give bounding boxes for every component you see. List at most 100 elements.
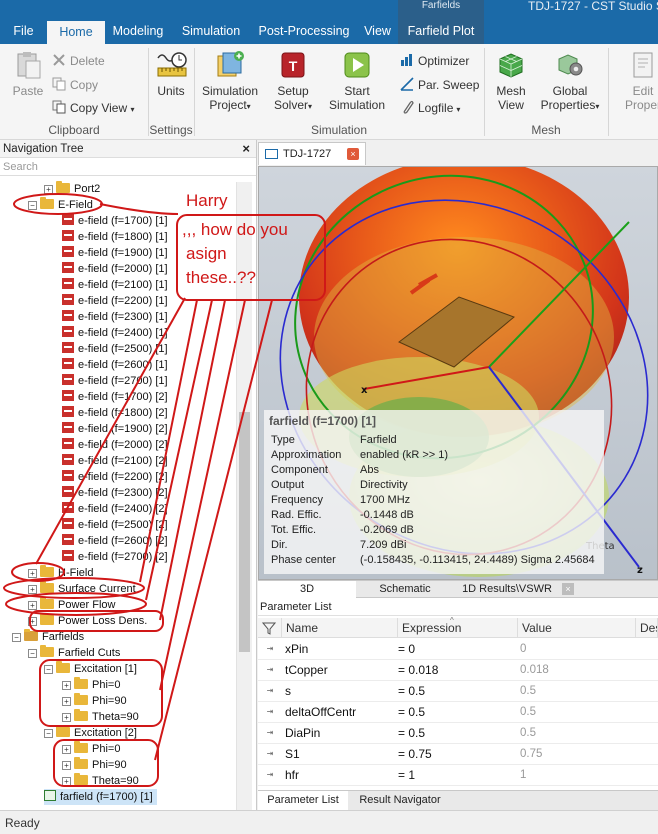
parameter-name[interactable]: hfr xyxy=(285,765,299,786)
tab-post-processing[interactable]: Post-Processing xyxy=(251,21,357,44)
tree-node-phi0[interactable]: + Phi=0 xyxy=(62,677,120,693)
parameter-expression[interactable]: = 0.5 xyxy=(398,702,425,723)
simulation-project-button[interactable]: Simulation Project▾ xyxy=(198,50,262,114)
tree-node-efield-item[interactable]: e-field (f=2400) [2] xyxy=(62,501,168,517)
parameter-name[interactable]: tCopper xyxy=(285,660,328,681)
parameter-row[interactable]: ⇥ s = 0.5 0.5 xyxy=(258,681,658,702)
expand-icon[interactable]: + xyxy=(62,777,71,786)
pin-icon[interactable]: ⇥ xyxy=(262,748,278,760)
parameter-expression[interactable]: = 1 xyxy=(398,765,415,786)
tab-farfield-plot[interactable]: Farfield Plot xyxy=(398,21,484,44)
tree-node-efield-item[interactable]: e-field (f=2000) [2] xyxy=(62,437,168,453)
tab-file[interactable]: File xyxy=(0,21,47,44)
collapse-icon[interactable]: − xyxy=(44,665,53,674)
tree-node-excitation-2[interactable]: − Excitation [2] xyxy=(44,725,137,741)
parameter-name[interactable]: xPin xyxy=(285,639,308,660)
pin-icon[interactable]: ⇥ xyxy=(262,727,278,739)
parameter-expression[interactable]: = 0.75 xyxy=(398,744,432,765)
tree-node-farfield-selected[interactable]: farfield (f=1700) [1] xyxy=(44,789,157,805)
tree-node-farfields[interactable]: − Farfields xyxy=(12,629,84,645)
tab-schematic[interactable]: Schematic xyxy=(356,581,454,598)
collapse-icon[interactable]: − xyxy=(44,729,53,738)
tab-1d-results-vswr[interactable]: 1D Results\VSWR × xyxy=(454,581,578,598)
expand-icon[interactable]: + xyxy=(28,601,37,610)
parameter-name[interactable]: deltaOffCentr xyxy=(285,702,356,723)
tree-node-efield-item[interactable]: e-field (f=2600) [2] xyxy=(62,533,168,549)
collapse-icon[interactable]: − xyxy=(28,649,37,658)
global-properties-button[interactable]: Global Properties▾ xyxy=(536,50,604,114)
copy-view-button[interactable]: Copy View ▾ xyxy=(52,99,135,117)
expand-icon[interactable]: + xyxy=(44,185,53,194)
collapse-icon[interactable]: − xyxy=(12,633,21,642)
tree-node-efield-item[interactable]: e-field (f=2200) [2] xyxy=(62,469,168,485)
tree-node-power-flow[interactable]: + Power Flow xyxy=(28,597,115,613)
tree-node-efield-item[interactable]: e-field (f=2500) [1] xyxy=(62,341,168,357)
mesh-view-button[interactable]: Mesh View xyxy=(490,50,532,112)
tree-node-efield-item[interactable]: e-field (f=2700) [1] xyxy=(62,373,168,389)
pin-icon[interactable]: ⇥ xyxy=(262,706,278,718)
tree-node-farfield-cuts[interactable]: − Farfield Cuts xyxy=(28,645,120,661)
parameter-row[interactable]: ⇥ xPin = 0 0 xyxy=(258,639,658,660)
units-button[interactable]: Units xyxy=(151,50,191,98)
delete-button[interactable]: Delete xyxy=(52,52,105,70)
tree-node-hfield[interactable]: + H-Field xyxy=(28,565,93,581)
paste-button[interactable]: Paste xyxy=(8,50,48,98)
column-name[interactable]: Name xyxy=(282,618,398,638)
filter-icon[interactable] xyxy=(258,618,282,638)
tab-result-navigator[interactable]: Result Navigator xyxy=(350,791,450,810)
search-input[interactable]: Search xyxy=(0,158,256,176)
expand-icon[interactable]: + xyxy=(28,585,37,594)
close-icon[interactable]: × xyxy=(347,148,359,160)
tree-node-efield-item[interactable]: e-field (f=2700) [2] xyxy=(62,549,168,565)
pin-icon[interactable]: ⇥ xyxy=(262,664,278,676)
document-tab[interactable]: TDJ-1727 × xyxy=(258,142,366,165)
column-description[interactable]: Desc xyxy=(636,618,658,638)
tree-node-efield-item[interactable]: e-field (f=2100) [2] xyxy=(62,453,168,469)
pin-icon[interactable]: ⇥ xyxy=(262,643,278,655)
parameter-name[interactable]: s xyxy=(285,681,291,702)
collapse-icon[interactable]: − xyxy=(28,201,37,210)
tab-view[interactable]: View xyxy=(357,21,398,44)
tree-node-efield-item[interactable]: e-field (f=2100) [1] xyxy=(62,277,168,293)
tree-node-efield-item[interactable]: e-field (f=1900) [2] xyxy=(62,421,168,437)
pin-icon[interactable]: ⇥ xyxy=(262,685,278,697)
pin-icon[interactable]: ⇥ xyxy=(262,769,278,781)
tree-node-phi90[interactable]: + Phi=90 xyxy=(62,693,127,709)
copy-button[interactable]: Copy xyxy=(52,76,98,94)
edit-properties-button[interactable]: Edit Proper xyxy=(618,50,658,112)
parameter-expression[interactable]: = 0 xyxy=(398,639,415,660)
optimizer-button[interactable]: Optimizer xyxy=(400,52,469,70)
tree-node-efield-item[interactable]: e-field (f=2300) [2] xyxy=(62,485,168,501)
parameter-name[interactable]: S1 xyxy=(285,744,300,765)
expand-icon[interactable]: + xyxy=(62,713,71,722)
parameter-expression[interactable]: = 0.5 xyxy=(398,723,425,744)
tree-node-efield-item[interactable]: e-field (f=2500) [2] xyxy=(62,517,168,533)
tree-node-efield-item[interactable]: e-field (f=2600) [1] xyxy=(62,357,168,373)
tree-node-theta90[interactable]: + Theta=90 xyxy=(62,773,139,789)
tree-node-efield-item[interactable]: e-field (f=1700) [1] xyxy=(62,213,168,229)
logfile-button[interactable]: Logfile ▾ xyxy=(400,99,460,117)
parameter-row[interactable]: ⇥ DiaPin = 0.5 0.5 xyxy=(258,723,658,744)
column-expression[interactable]: Expression ^ xyxy=(398,616,518,638)
tab-3d[interactable]: 3D xyxy=(258,581,356,598)
tree-node-efield-item[interactable]: e-field (f=1800) [1] xyxy=(62,229,168,245)
tree-node-efield-item[interactable]: e-field (f=2400) [1] xyxy=(62,325,168,341)
tree-node-efield-item[interactable]: e-field (f=1700) [2] xyxy=(62,389,168,405)
parameter-name[interactable]: DiaPin xyxy=(285,723,320,744)
tree-node-excitation-1[interactable]: − Excitation [1] xyxy=(44,661,137,677)
tree-node-surface-current[interactable]: + Surface Current xyxy=(28,581,136,597)
tab-home[interactable]: Home xyxy=(47,21,105,44)
expand-icon[interactable]: + xyxy=(28,569,37,578)
close-icon[interactable]: × xyxy=(242,140,250,158)
tree-node-phi0[interactable]: + Phi=0 xyxy=(62,741,120,757)
tree-node-efield-item[interactable]: e-field (f=2300) [1] xyxy=(62,309,168,325)
tab-parameter-list[interactable]: Parameter List xyxy=(258,791,348,810)
parameter-expression[interactable]: = 0.5 xyxy=(398,681,425,702)
tree-node-efield-item[interactable]: e-field (f=2200) [1] xyxy=(62,293,168,309)
par-sweep-button[interactable]: Par. Sweep xyxy=(400,76,479,94)
tree-node-efield-item[interactable]: e-field (f=2000) [1] xyxy=(62,261,168,277)
tree-node-port2[interactable]: + Port2 xyxy=(44,181,100,197)
start-simulation-button[interactable]: Start Simulation xyxy=(326,50,388,112)
tab-simulation[interactable]: Simulation xyxy=(171,21,251,44)
expand-icon[interactable]: + xyxy=(62,745,71,754)
